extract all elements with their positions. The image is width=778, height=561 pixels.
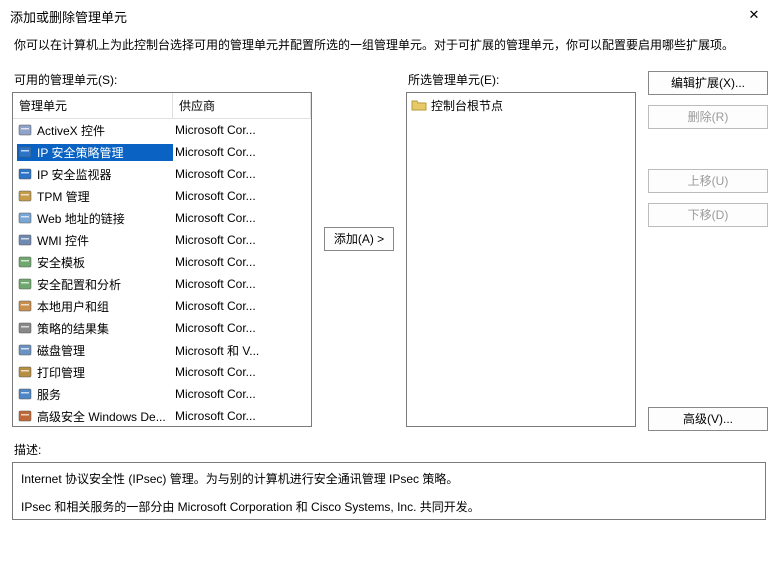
item-vendor: Microsoft Cor...	[173, 255, 307, 269]
rsop-icon	[17, 320, 33, 336]
list-item[interactable]: 安全模板 Microsoft Cor...	[13, 251, 311, 273]
description-line1: Internet 协议安全性 (IPsec) 管理。为与别的计算机进行安全通讯管…	[21, 469, 757, 489]
sec-config-icon	[17, 276, 33, 292]
services-icon	[17, 386, 33, 402]
folder-icon	[411, 97, 427, 113]
item-name: Web 地址的链接	[37, 210, 125, 227]
item-name: WMI 控件	[37, 232, 89, 249]
header-name[interactable]: 管理单元	[13, 93, 173, 118]
item-vendor: Microsoft Cor...	[173, 233, 307, 247]
list-item[interactable]: 高级安全 Windows De... Microsoft Cor...	[13, 405, 311, 427]
window-title: 添加或删除管理单元	[10, 7, 127, 26]
wmi-icon	[17, 232, 33, 248]
item-name: 本地用户和组	[37, 298, 109, 315]
header-vendor[interactable]: 供应商	[173, 93, 311, 118]
users-icon	[17, 298, 33, 314]
item-name: 磁盘管理	[37, 342, 85, 359]
available-label: 可用的管理单元(S):	[14, 71, 312, 88]
tpm-icon	[17, 188, 33, 204]
item-name: TPM 管理	[37, 188, 90, 205]
item-name: ActiveX 控件	[37, 122, 105, 139]
selected-label: 所选管理单元(E):	[408, 71, 636, 88]
tree-root-label: 控制台根节点	[431, 97, 503, 114]
move-up-button[interactable]: 上移(U)	[648, 169, 768, 193]
item-name: IP 安全策略管理	[37, 144, 123, 161]
item-vendor: Microsoft Cor...	[173, 365, 307, 379]
item-name: 高级安全 Windows De...	[37, 408, 166, 425]
list-item[interactable]: 服务 Microsoft Cor...	[13, 383, 311, 405]
item-vendor: Microsoft Cor...	[173, 189, 307, 203]
item-vendor: Microsoft 和 V...	[173, 342, 307, 359]
ipsec-policy-icon	[17, 144, 33, 160]
edit-extensions-button[interactable]: 编辑扩展(X)...	[648, 71, 768, 95]
list-item[interactable]: WMI 控件 Microsoft Cor...	[13, 229, 311, 251]
intro-text: 你可以在计算机上为此控制台选择可用的管理单元并配置所选的一组管理单元。对于可扩展…	[0, 28, 778, 67]
advanced-button[interactable]: 高级(V)...	[648, 407, 768, 431]
disk-icon	[17, 342, 33, 358]
item-name: 安全配置和分析	[37, 276, 121, 293]
item-name: 打印管理	[37, 364, 85, 381]
link-icon	[17, 210, 33, 226]
close-icon: ✕	[749, 7, 760, 22]
available-list[interactable]: 管理单元 供应商 ActiveX 控件Microsoft Cor...IP 安全…	[12, 92, 312, 427]
item-name: 安全模板	[37, 254, 85, 271]
description-line2: IPsec 和相关服务的一部分由 Microsoft Corporation 和…	[21, 497, 757, 517]
description-label: 描述:	[14, 441, 766, 458]
item-vendor: Microsoft Cor...	[173, 211, 307, 225]
list-item[interactable]: 策略的结果集 Microsoft Cor...	[13, 317, 311, 339]
selected-list[interactable]: 控制台根节点	[406, 92, 636, 427]
item-vendor: Microsoft Cor...	[173, 277, 307, 291]
list-item[interactable]: 磁盘管理 Microsoft 和 V...	[13, 339, 311, 361]
item-vendor: Microsoft Cor...	[173, 145, 307, 159]
item-vendor: Microsoft Cor...	[173, 167, 307, 181]
list-item[interactable]: IP 安全监视器 Microsoft Cor...	[13, 163, 311, 185]
sec-template-icon	[17, 254, 33, 270]
activex-icon	[17, 122, 33, 138]
list-item[interactable]: TPM 管理 Microsoft Cor...	[13, 185, 311, 207]
move-down-button[interactable]: 下移(D)	[648, 203, 768, 227]
item-name: 服务	[37, 386, 61, 403]
print-icon	[17, 364, 33, 380]
list-item[interactable]: 打印管理 Microsoft Cor...	[13, 361, 311, 383]
close-button[interactable]: ✕	[740, 6, 768, 26]
item-vendor: Microsoft Cor...	[173, 123, 307, 137]
list-item[interactable]: 安全配置和分析 Microsoft Cor...	[13, 273, 311, 295]
firewall-icon	[17, 408, 33, 424]
item-vendor: Microsoft Cor...	[173, 409, 307, 423]
add-button[interactable]: 添加(A) >	[324, 227, 394, 251]
list-item[interactable]: 本地用户和组 Microsoft Cor...	[13, 295, 311, 317]
item-vendor: Microsoft Cor...	[173, 387, 307, 401]
remove-button[interactable]: 删除(R)	[648, 105, 768, 129]
item-vendor: Microsoft Cor...	[173, 299, 307, 313]
list-item[interactable]: IP 安全策略管理 Microsoft Cor...	[13, 141, 311, 163]
item-vendor: Microsoft Cor...	[173, 321, 307, 335]
list-item[interactable]: ActiveX 控件 Microsoft Cor...	[13, 119, 311, 141]
item-name: IP 安全监视器	[37, 166, 111, 183]
list-item[interactable]: Web 地址的链接 Microsoft Cor...	[13, 207, 311, 229]
console-root-node[interactable]: 控制台根节点	[411, 95, 631, 115]
item-name: 策略的结果集	[37, 320, 109, 337]
description-box: Internet 协议安全性 (IPsec) 管理。为与别的计算机进行安全通讯管…	[12, 462, 766, 520]
list-header[interactable]: 管理单元 供应商	[13, 93, 311, 119]
titlebar: 添加或删除管理单元 ✕	[0, 0, 778, 28]
ipsec-monitor-icon	[17, 166, 33, 182]
